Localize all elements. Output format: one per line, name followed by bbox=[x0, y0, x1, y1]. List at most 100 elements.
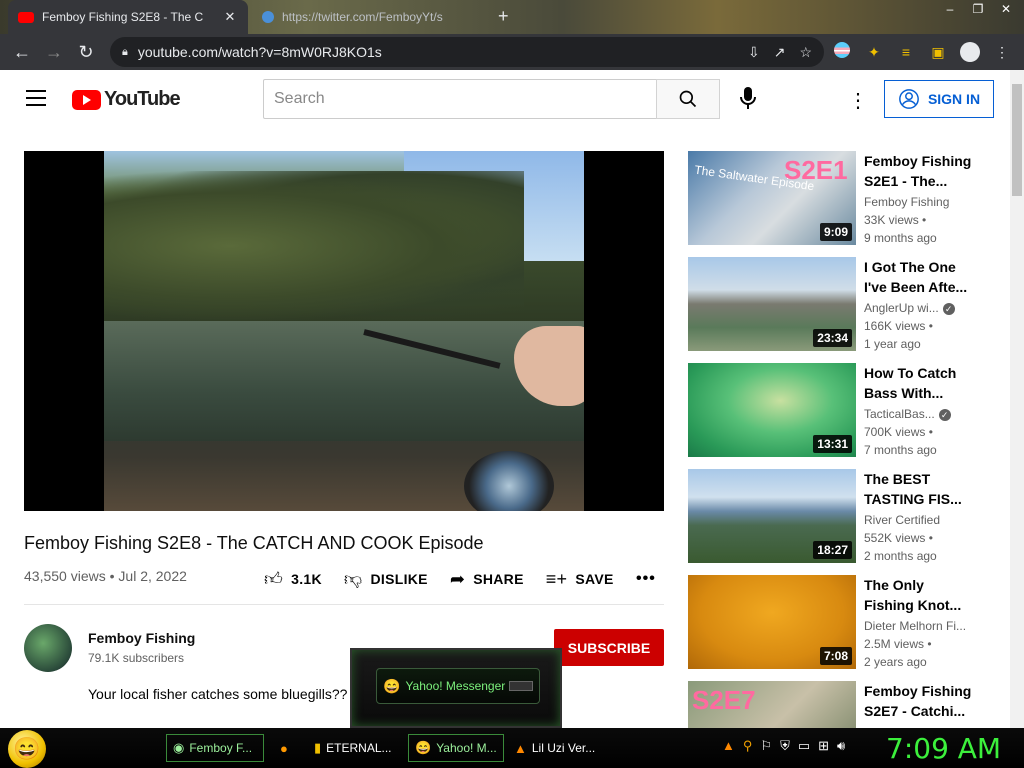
close-tab-icon[interactable]: ✕ bbox=[222, 9, 238, 25]
save-label: SAVE bbox=[575, 571, 614, 587]
shield-tray-icon[interactable]: ⛨ bbox=[780, 738, 790, 754]
puzzle-extension-icon[interactable]: ✦ bbox=[864, 42, 884, 62]
youtube-logo[interactable]: YouTube bbox=[72, 88, 181, 111]
recommendation-thumbnail[interactable]: S2E7 bbox=[688, 681, 856, 728]
share-label: SHARE bbox=[473, 571, 524, 587]
like-count: 3.1K bbox=[291, 571, 322, 587]
channel-name[interactable]: Femboy Fishing bbox=[88, 630, 195, 646]
recommendation-item[interactable]: S2E1 The Saltwater Episode 9:09 Femboy F… bbox=[688, 151, 988, 247]
share-icon[interactable]: ↗ bbox=[774, 44, 786, 61]
recommendation-thumbnail[interactable]: S2E1 The Saltwater Episode 9:09 bbox=[688, 151, 856, 245]
display-tray-icon[interactable]: ▭ bbox=[798, 738, 810, 754]
settings-more-icon[interactable]: ⋮ bbox=[848, 88, 868, 113]
video-duration: 18:27 bbox=[813, 541, 852, 559]
profile-avatar-icon[interactable] bbox=[960, 42, 980, 62]
yahoo-smiley-icon: 😄 bbox=[383, 677, 401, 694]
youtube-header: YouTube Search ⋮ SIGN IN bbox=[0, 70, 1010, 128]
taskbar-item-yahoo[interactable]: 😄 Yahoo! M... bbox=[408, 734, 504, 762]
install-icon[interactable]: ⇩ bbox=[748, 44, 760, 61]
taskbar-item-label: Lil Uzi Ver... bbox=[531, 741, 596, 755]
back-arrow-icon[interactable]: ← bbox=[6, 42, 38, 63]
recommendation-item[interactable]: 18:27 The BEST TASTING FIS... River Cert… bbox=[688, 469, 988, 565]
side-panel-icon[interactable]: ▣ bbox=[928, 42, 948, 62]
microphone-icon[interactable] bbox=[736, 86, 760, 112]
taskbar-item-firefox[interactable]: ● bbox=[274, 734, 302, 762]
verified-check-icon: ✓ bbox=[938, 408, 951, 421]
recommendation-item[interactable]: 13:31 How To Catch Bass With... Tactical… bbox=[688, 363, 988, 459]
hamburger-menu-icon[interactable] bbox=[26, 90, 46, 106]
tab-twitter[interactable]: https://twitter.com/FemboyYt/s bbox=[252, 0, 492, 34]
recommendation-item[interactable]: 7:08 The Only Fishing Knot... Dieter Mel… bbox=[688, 575, 988, 671]
tab-title: Femboy Fishing S2E8 - The C bbox=[42, 10, 204, 24]
recommendation-title: Femboy Fishing S2E1 - The... bbox=[864, 153, 972, 189]
recommendation-title: Femboy Fishing S2E7 - Catchi... bbox=[864, 683, 972, 719]
youtube-play-icon bbox=[72, 89, 101, 110]
sign-in-label: SIGN IN bbox=[927, 91, 981, 107]
vlc-icon: ▲ bbox=[514, 740, 527, 756]
volume-icon[interactable]: 🔊︎ bbox=[837, 738, 845, 754]
extension-flag-icon[interactable] bbox=[832, 42, 852, 62]
taskbar-item-chrome[interactable]: ◉ Femboy F... bbox=[166, 734, 264, 762]
recommendation-thumbnail[interactable]: 23:34 bbox=[688, 257, 856, 351]
subscribe-button[interactable]: SUBSCRIBE bbox=[554, 629, 664, 666]
media-queue-icon[interactable]: ≡ bbox=[896, 42, 916, 62]
recommendation-thumbnail[interactable]: 7:08 bbox=[688, 575, 856, 669]
address-bar[interactable]: 🔒︎ youtube.com/watch?v=8mW0RJ8KO1s ⇩ ↗ ☆ bbox=[110, 37, 824, 67]
video-description[interactable]: Your local fisher catches some bluegills… bbox=[88, 686, 347, 702]
taskbar-item-label: ETERNAL... bbox=[326, 741, 392, 755]
recommendation-title: I Got The One I've Been Afte... bbox=[864, 259, 968, 295]
recommendation-channel: Femboy Fishing bbox=[864, 195, 950, 209]
close-window-button[interactable]: ✕ bbox=[992, 0, 1020, 20]
browser-menu-icon[interactable]: ⋮ bbox=[992, 42, 1012, 62]
video-actions: 👍︎ 3.1K 👎︎ DISLIKE ➦ SHARE ≡+ SAVE bbox=[264, 568, 636, 590]
recommendation-item[interactable]: 23:34 I Got The One I've Been Afte... An… bbox=[688, 257, 988, 353]
yahoo-messenger-panel[interactable]: 😄 Yahoo! Messenger bbox=[376, 668, 540, 704]
url-text: youtube.com/watch?v=8mW0RJ8KO1s bbox=[137, 44, 382, 60]
reload-icon[interactable]: ↻ bbox=[70, 42, 102, 63]
video-duration: 7:08 bbox=[819, 647, 852, 665]
more-actions-button[interactable]: ••• bbox=[636, 570, 656, 588]
tab-title: https://twitter.com/FemboyYt/s bbox=[282, 10, 443, 24]
channel-avatar[interactable] bbox=[24, 624, 72, 672]
share-button[interactable]: ➦ SHARE bbox=[450, 569, 524, 590]
browser-toolbar: ← → ↻ 🔒︎ youtube.com/watch?v=8mW0RJ8KO1s… bbox=[0, 34, 1024, 70]
search-input[interactable]: Search bbox=[263, 79, 657, 119]
subscriber-count: 79.1K subscribers bbox=[88, 651, 185, 665]
thumbs-down-icon: 👎︎ bbox=[343, 569, 363, 589]
search-tray-icon[interactable]: ⚲ bbox=[743, 738, 753, 754]
recommendation-title: The BEST TASTING FIS... bbox=[864, 471, 962, 507]
forward-arrow-icon[interactable]: → bbox=[38, 42, 70, 63]
scrollbar-thumb[interactable] bbox=[1012, 84, 1022, 196]
search-button[interactable] bbox=[656, 79, 720, 119]
recommendation-channel: AnglerUp wi... ✓ bbox=[864, 301, 984, 315]
start-smiley-icon[interactable]: 😄 bbox=[8, 730, 46, 768]
bookmark-star-icon[interactable]: ☆ bbox=[799, 44, 812, 61]
playlist-add-icon: ≡+ bbox=[545, 568, 568, 589]
taskbar-item-vlc[interactable]: ▲ Lil Uzi Ver... bbox=[508, 734, 608, 762]
save-button[interactable]: ≡+ SAVE bbox=[546, 569, 614, 590]
taskbar: 😄 ◉ Femboy F... ● ▮ ETERNAL... 😄 Yahoo! M..… bbox=[0, 728, 1024, 768]
yahoo-messenger-popup[interactable]: 😄 Yahoo! Messenger bbox=[350, 648, 562, 728]
divider bbox=[24, 604, 664, 605]
recommendation-thumbnail[interactable]: 13:31 bbox=[688, 363, 856, 457]
minimize-button[interactable]: – bbox=[936, 0, 964, 20]
vlc-tray-icon[interactable]: ▲ bbox=[722, 738, 735, 754]
dislike-button[interactable]: 👎︎ DISLIKE bbox=[344, 568, 428, 590]
like-button[interactable]: 👍︎ 3.1K bbox=[264, 568, 322, 590]
video-meta: 43,550 views • Jul 2, 2022 bbox=[24, 568, 187, 584]
recommendation-item[interactable]: S2E7 Femboy Fishing S2E7 - Catchi... bbox=[688, 681, 988, 728]
tab-youtube[interactable]: Femboy Fishing S2E8 - The C ✕ bbox=[8, 0, 248, 34]
taskbar-clock[interactable]: 7:09 AM bbox=[886, 732, 1001, 765]
upload-date: Jul 2, 2022 bbox=[118, 568, 187, 584]
logo-text: YouTube bbox=[104, 88, 181, 110]
recommendation-thumbnail[interactable]: 18:27 bbox=[688, 469, 856, 563]
sign-in-button[interactable]: SIGN IN bbox=[884, 80, 994, 118]
network-tray-icon[interactable]: ⚐ bbox=[760, 738, 772, 754]
taskbar-item-eternal[interactable]: ▮ ETERNAL... bbox=[308, 734, 404, 762]
windows-tray-icon[interactable]: ⊞ bbox=[818, 738, 829, 754]
new-tab-button[interactable]: + bbox=[498, 6, 509, 27]
maximize-button[interactable]: ❐ bbox=[964, 0, 992, 20]
taskbar-item-label: Yahoo! M... bbox=[436, 741, 497, 755]
video-player[interactable] bbox=[24, 151, 664, 511]
taskbar-item-label: Femboy F... bbox=[189, 741, 253, 755]
